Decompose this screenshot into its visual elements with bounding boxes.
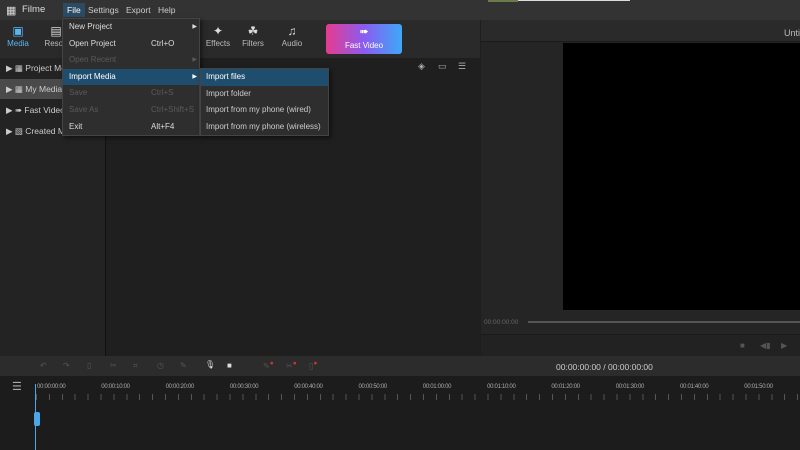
tab-label: Effects (205, 39, 231, 48)
menu-item-label: Exit (69, 121, 83, 131)
chevron-right-icon: ▶ (192, 24, 197, 30)
delete-icon[interactable]: ▯ (87, 361, 91, 370)
grid-view-icon[interactable]: ▭ (438, 61, 447, 72)
preview-scrubber[interactable] (528, 321, 800, 323)
progress-strip-accent (488, 0, 518, 2)
timeline-tick-label: 00:00:00:00 (37, 384, 66, 390)
menu-item-label: Save As (69, 105, 99, 114)
camera-icon[interactable]: ■ (227, 361, 232, 370)
menu-item-label: Save (69, 88, 88, 98)
tab-label: Media (7, 39, 29, 48)
item-label: Fast Video (24, 105, 65, 115)
fast-video-button[interactable]: ➠ Fast Video (326, 24, 402, 54)
effects-icon: ✦ (212, 24, 224, 38)
edit-icon[interactable]: ✎ (180, 361, 187, 370)
timeline-tick-label: 00:01:10:00 (487, 384, 516, 390)
filme-logo-icon: ▦ (6, 5, 17, 17)
menu-item-exit[interactable]: Exit Alt+F4 (63, 119, 199, 136)
speed-icon[interactable]: ◷ (157, 361, 164, 370)
timeline-tick-label: 00:01:20:00 (551, 384, 580, 390)
media-icon: ▣ (12, 24, 24, 38)
timeline-tick-label: 00:01:30:00 (615, 384, 645, 390)
ruler-ticks (36, 394, 800, 400)
play-icon[interactable]: ▶ (781, 341, 787, 350)
tab-effects[interactable]: ✦ Effects (198, 24, 238, 48)
app-title: Filme (22, 4, 46, 15)
timeline-tick-label: 00:00:20:00 (165, 384, 195, 390)
cut-icon[interactable]: ✂ (110, 361, 117, 370)
preview-header (481, 20, 800, 42)
submenu-item-3[interactable]: Import from my phone (wireless) (201, 119, 328, 136)
layers-icon[interactable]: ◈ (418, 61, 425, 72)
redo-icon[interactable]: ↷ (63, 361, 70, 370)
playhead-handle[interactable] (34, 412, 40, 426)
menu-item-import-media[interactable]: Import Media ▶ (63, 68, 199, 86)
video-canvas (563, 43, 800, 310)
submenu-item-2[interactable]: Import from my phone (wired) (201, 102, 328, 119)
preview-time: 00:00:00:00 (484, 319, 519, 326)
timeline-tick-label: 00:00:40:00 (294, 384, 323, 390)
menu-item-label: Import Media (69, 71, 116, 81)
timeline-tick-label: 00:00:10:00 (101, 384, 130, 390)
tab-label: Filters (242, 39, 264, 48)
menu-item-open-recent[interactable]: Open Recent ▶ (63, 52, 199, 69)
menu-item-open-project[interactable]: Open Project Ctrl+O (63, 36, 199, 53)
menu-file[interactable]: File (63, 3, 85, 17)
filters-icon: ☘ (247, 24, 259, 38)
arrow-right-icon: ➠ (359, 26, 369, 38)
menu-item-shortcut: Ctrl+Shift+S (151, 105, 195, 114)
stop-icon[interactable]: ■ (740, 341, 745, 350)
tab-audio[interactable]: ♫ Audio (272, 24, 312, 48)
timeline-timecode: 00:00:00:00 / 00:00:00:00 (556, 362, 653, 372)
audio-icon: ♫ (287, 24, 297, 38)
menu-item-new-project[interactable]: New Project ▶ (63, 19, 199, 36)
marker-icon[interactable]: ✎● (263, 360, 274, 371)
menu-item-label: Open Recent (69, 55, 117, 65)
menu-item-label: Open Project (69, 38, 116, 48)
tab-media[interactable]: ▣ Media (0, 24, 38, 48)
submenu-item-0[interactable]: Import files (201, 69, 328, 86)
step-back-icon[interactable]: ◀▮ (760, 341, 771, 350)
tab-filters[interactable]: ☘ Filters (233, 24, 273, 48)
timeline-tick-label: 00:00:30:00 (229, 384, 259, 390)
timeline-tick-label: 00:01:50:00 (744, 384, 773, 390)
clip-icon[interactable]: ▯● (309, 360, 317, 371)
menu-item-shortcut: Ctrl+O (151, 38, 175, 48)
preview-title: Untitled (784, 28, 800, 38)
sort-icon[interactable]: ☰ (458, 61, 466, 72)
menu-export[interactable]: Export (122, 3, 155, 17)
item-label: My Media (25, 84, 63, 94)
menu-item-save-as[interactable]: Save As Ctrl+Shift+S (63, 102, 199, 119)
chevron-right-icon: ▶ (192, 57, 197, 64)
undo-icon[interactable]: ↶ (40, 361, 47, 370)
timeline-tick-label: 00:01:40:00 (680, 384, 709, 390)
menu-settings[interactable]: Settings (84, 3, 123, 17)
microphone-icon[interactable]: 🎙 (205, 360, 215, 369)
submenu-item-1[interactable]: Import folder (201, 86, 328, 103)
preview-controls (481, 334, 800, 356)
split-icon[interactable]: ✂● (286, 360, 297, 371)
menu-item-save[interactable]: Save Ctrl+S (63, 85, 199, 102)
tab-label: Audio (281, 39, 303, 48)
menu-item-shortcut: Ctrl+S (151, 88, 174, 98)
crop-icon[interactable]: ⌗ (133, 361, 138, 371)
menu-item-label: New Project (69, 22, 113, 31)
timeline-tick-label: 00:00:50:00 (358, 384, 388, 390)
timeline-toolbar (0, 356, 800, 376)
menu-help[interactable]: Help (154, 3, 179, 17)
timeline-tick-label: 00:01:00:00 (422, 384, 452, 390)
menu-item-shortcut: Alt+F4 (151, 121, 175, 131)
menu-icon[interactable]: ☰ (12, 380, 22, 393)
fast-video-label: Fast Video (344, 41, 384, 50)
chevron-right-icon: ▶ (192, 73, 197, 80)
